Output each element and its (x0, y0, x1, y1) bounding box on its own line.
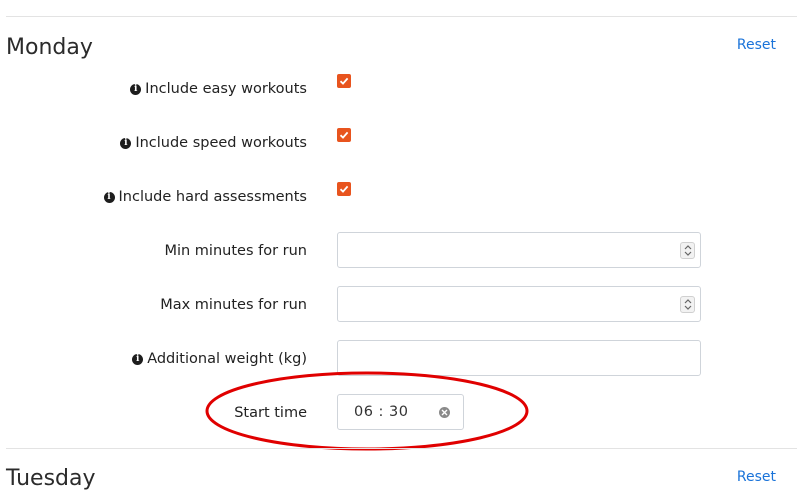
section-divider (6, 448, 797, 449)
reset-link-tuesday[interactable]: Reset (737, 469, 776, 485)
highlight-annotation (205, 371, 529, 451)
day-title-tuesday: Tuesday (6, 466, 96, 491)
